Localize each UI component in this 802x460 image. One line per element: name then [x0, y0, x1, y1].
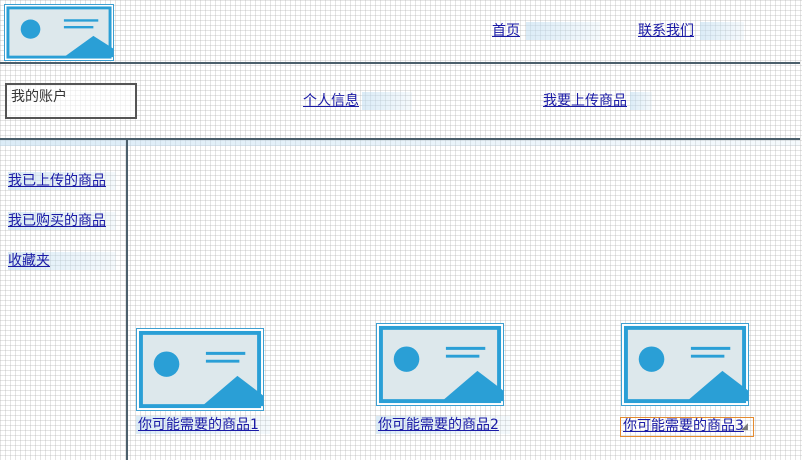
- nav-contact[interactable]: 联系我们: [638, 22, 694, 40]
- profile-link[interactable]: 个人信息: [303, 92, 359, 110]
- product-image-1[interactable]: [136, 328, 264, 411]
- product-image-3[interactable]: [621, 323, 749, 406]
- divider-shadow: [0, 140, 800, 146]
- product-image-2[interactable]: [376, 323, 504, 406]
- image-placeholder-icon: [138, 330, 263, 409]
- header-divider: [0, 62, 800, 64]
- upload-item-link[interactable]: 我要上传商品: [543, 92, 627, 110]
- sidebar-divider: [126, 138, 128, 460]
- product-link-3[interactable]: 你可能需要的商品3: [623, 417, 744, 435]
- product-link-1[interactable]: 你可能需要的商品1: [138, 416, 259, 434]
- image-placeholder-icon: [6, 6, 113, 59]
- link-highlight: [362, 92, 412, 110]
- nav-highlight: [700, 22, 744, 40]
- link-highlight: [630, 92, 652, 110]
- account-box: 我的账户: [5, 83, 137, 119]
- image-placeholder-icon: [378, 325, 503, 404]
- image-placeholder-icon: [623, 325, 748, 404]
- account-label: 我的账户: [11, 89, 67, 105]
- sidebar-item-purchased[interactable]: 我已购买的商品: [8, 212, 106, 230]
- logo-image: [4, 4, 114, 61]
- product-link-2[interactable]: 你可能需要的商品2: [378, 416, 499, 434]
- resize-handle-icon[interactable]: ◢: [741, 422, 748, 432]
- sidebar-item-favorites[interactable]: 收藏夹: [8, 252, 50, 270]
- nav-home[interactable]: 首页: [492, 22, 520, 40]
- sidebar-item-uploaded[interactable]: 我已上传的商品: [8, 172, 106, 190]
- nav-highlight: [526, 22, 600, 40]
